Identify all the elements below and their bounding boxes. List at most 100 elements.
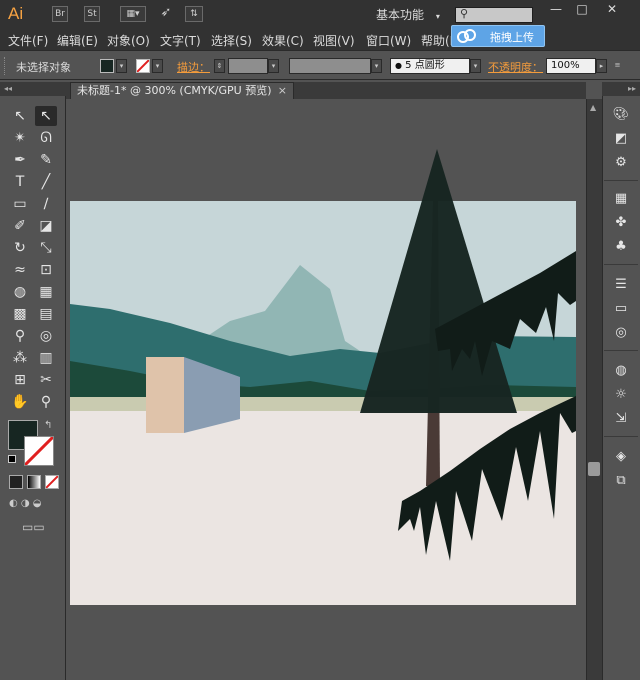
gpu-performance-icon[interactable]: ➶ (156, 6, 176, 22)
menu-file[interactable]: 文件(F) (8, 32, 48, 49)
gradient-tool[interactable]: ▤ (35, 304, 57, 324)
title-bar: Ai Br St ▦▾ ➶ ⇅ 基本功能 ▾ ⚲ — □ ✕ (0, 0, 640, 28)
perspective-grid-tool[interactable]: ▦ (35, 282, 57, 302)
close-button[interactable]: ✕ (600, 2, 624, 16)
symbols-icon[interactable]: ⚙ (612, 154, 630, 172)
artboards-icon[interactable]: ⧉ (612, 472, 630, 490)
magic-wand-tool[interactable]: ✴ (9, 128, 31, 148)
grip-handle[interactable] (4, 57, 7, 75)
eraser-tool[interactable]: ◪ (35, 216, 57, 236)
fill-dropdown-icon[interactable]: ▾ (116, 59, 127, 73)
column-graph-tool[interactable]: ▥ (35, 348, 57, 368)
export-icon[interactable]: ⇲ (612, 410, 630, 428)
gradient-mode-icon[interactable] (27, 475, 41, 489)
brush-dropdown-icon[interactable]: ▾ (470, 59, 481, 73)
menu-view[interactable]: 视图(V) (313, 32, 355, 49)
paintbrush-tool[interactable]: ∕ (35, 194, 57, 214)
right-panel-header[interactable]: ▸▸ (602, 82, 640, 96)
chevron-down-icon: ▾ (435, 12, 440, 21)
color-guide-icon[interactable]: ◩ (612, 130, 630, 148)
menu-object[interactable]: 对象(O) (107, 32, 150, 49)
swap-fill-stroke-icon[interactable]: ↰ (44, 420, 52, 431)
search-input[interactable]: ⚲ (455, 7, 533, 23)
free-transform-tool[interactable]: ⊡ (35, 260, 57, 280)
opacity-label[interactable]: 不透明度： (488, 59, 543, 75)
warp-tool[interactable]: ≈ (9, 260, 31, 280)
stroke-proxy[interactable] (24, 436, 54, 466)
tools-panel-header[interactable]: ◂◂ (0, 82, 66, 96)
stroke-dropdown-icon[interactable]: ▾ (152, 59, 163, 73)
screen-mode-icon[interactable]: ▭▭ (22, 520, 45, 534)
stroke-weight-input[interactable] (228, 58, 268, 74)
upload-popup[interactable]: 拖拽上传 (451, 25, 545, 47)
menu-window[interactable]: 窗口(W) (366, 32, 411, 49)
menu-edit[interactable]: 编辑(E) (57, 32, 98, 49)
drawing-modes-icon[interactable]: ◐ ◑ ◒ (9, 498, 59, 510)
artboard[interactable] (70, 149, 576, 605)
menu-effect[interactable]: 效果(C) (262, 32, 304, 49)
default-colors-icon[interactable] (8, 455, 16, 463)
workspace-label: 基本功能 (376, 8, 425, 22)
shaper-tool[interactable]: ✐ (9, 216, 31, 236)
type-tool[interactable]: T (9, 172, 31, 192)
color-icon[interactable]: 🎨︎ (612, 106, 630, 124)
curvature-tool[interactable]: ✎ (35, 150, 57, 170)
stroke-icon[interactable]: ☰ (612, 276, 630, 294)
pen-tool[interactable]: ✒ (9, 150, 31, 170)
selection-status: 未选择对象 (16, 61, 71, 74)
bridge-button[interactable]: Br (52, 6, 68, 22)
mesh-tool[interactable]: ▩ (9, 304, 31, 324)
variable-width-profile[interactable] (289, 58, 371, 74)
sync-icon[interactable]: ⇅ (185, 6, 203, 22)
arrange-documents-icon[interactable]: ▦▾ (120, 6, 146, 22)
layers-icon[interactable]: ◈ (612, 448, 630, 466)
swatches-icon[interactable]: ▦ (612, 190, 630, 208)
eyedropper-tool[interactable]: ⚲ (9, 326, 31, 346)
color-mode-icon[interactable] (9, 475, 23, 489)
stroke-label[interactable]: 描边： (177, 59, 210, 75)
close-tab-icon[interactable]: × (278, 83, 287, 99)
control-menu-icon[interactable]: ≡ (612, 59, 623, 73)
shape-builder-tool[interactable]: ◍ (9, 282, 31, 302)
direct-selection-tool[interactable]: ↖ (35, 106, 57, 126)
minimize-button[interactable]: — (544, 2, 568, 16)
opacity-arrow-icon[interactable]: ▸ (596, 59, 607, 73)
stock-button[interactable]: St (84, 6, 100, 22)
workspace-switcher[interactable]: 基本功能 ▾ (376, 6, 440, 23)
scroll-up-icon[interactable]: ▲ (590, 103, 596, 112)
no-stroke-icon (25, 437, 53, 465)
slice-tool[interactable]: ✂ (35, 370, 57, 390)
stroke-swatch[interactable] (136, 59, 150, 73)
hand-tool[interactable]: ✋ (9, 392, 31, 412)
opacity-input[interactable]: 100% (546, 58, 596, 74)
menu-type[interactable]: 文字(T) (160, 32, 201, 49)
clubs-icon[interactable]: ♣ (612, 238, 630, 256)
appearance-icon[interactable]: ◍ (612, 362, 630, 380)
graphic-styles-icon[interactable]: ☼ (612, 386, 630, 404)
menu-select[interactable]: 选择(S) (211, 32, 252, 49)
rotate-tool[interactable]: ↻ (9, 238, 31, 258)
symbol-sprayer-tool[interactable]: ⁂ (9, 348, 31, 368)
gradient-icon[interactable]: ▭ (612, 300, 630, 318)
zoom-tool[interactable]: ⚲ (35, 392, 57, 412)
transparency-icon[interactable]: ◎ (612, 324, 630, 342)
scrollbar-thumb[interactable] (588, 462, 600, 476)
rectangle-tool[interactable]: ▭ (9, 194, 31, 214)
brushes-icon[interactable]: ✤ (612, 214, 630, 232)
selection-tool[interactable]: ↖ (9, 106, 31, 126)
profile-dropdown-icon[interactable]: ▾ (371, 59, 382, 73)
blend-tool[interactable]: ◎ (35, 326, 57, 346)
scale-tool[interactable]: ⤡ (35, 238, 57, 258)
stroke-weight-stepper[interactable]: ⇕ (214, 59, 225, 73)
maximize-button[interactable]: □ (570, 2, 594, 16)
lasso-tool[interactable]: ᘏ (35, 128, 57, 148)
app-logo: Ai (8, 4, 24, 23)
none-mode-icon[interactable] (45, 475, 59, 489)
tab-document[interactable]: 未标题-1* @ 300% (CMYK/GPU 预览) × (70, 82, 294, 99)
artboard-tool[interactable]: ⊞ (9, 370, 31, 390)
line-tool[interactable]: ╱ (35, 172, 57, 192)
vertical-scrollbar[interactable] (586, 99, 602, 680)
stroke-weight-dropdown-icon[interactable]: ▾ (268, 59, 279, 73)
fill-swatch[interactable] (100, 59, 114, 73)
brush-definition[interactable]: ● 5 点圆形 (390, 58, 470, 74)
